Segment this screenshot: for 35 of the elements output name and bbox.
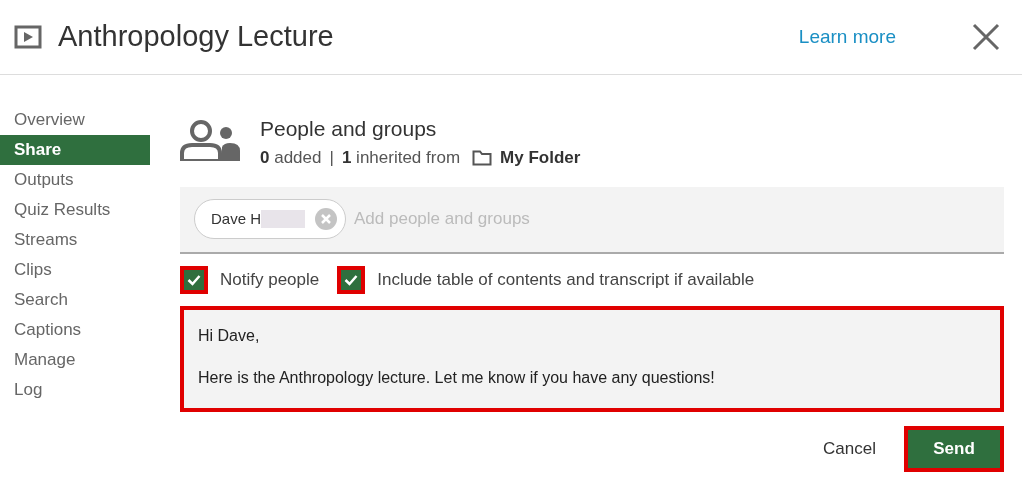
sidebar-item[interactable]: Streams: [0, 225, 150, 255]
cancel-button[interactable]: Cancel: [821, 425, 878, 472]
checkbox[interactable]: [180, 265, 208, 294]
folder-name[interactable]: My Folder: [500, 145, 581, 171]
sidebar-item[interactable]: Share: [0, 135, 150, 165]
people-placeholder: Add people and groups: [354, 208, 530, 231]
section-heading: People and groups: [260, 116, 438, 142]
sidebar-item[interactable]: Clips: [0, 255, 150, 285]
video-icon: [14, 25, 42, 49]
inherited-count: 1 inherited from: [341, 147, 461, 169]
people-input[interactable]: Dave H Add people and groups: [180, 186, 1004, 254]
sidebar-item[interactable]: Captions: [0, 315, 150, 345]
people-icon: [180, 119, 242, 161]
sidebar-item[interactable]: Outputs: [0, 165, 150, 195]
checkbox-label: Include table of contents and transcript if available: [377, 268, 755, 291]
check-icon: [187, 273, 201, 286]
window-title: Anthropology Lecture: [58, 19, 334, 55]
separator: |: [329, 147, 334, 169]
added-count: 0 added: [260, 147, 322, 169]
send-button[interactable]: Send: [904, 425, 1004, 472]
check-icon: [344, 273, 359, 286]
close-icon[interactable]: [972, 23, 1000, 51]
message-field[interactable]: Hi Dave, Here is the Anthropology lecture. Let me know if you have any questions!: [180, 305, 1004, 412]
recipient-name: Dave H: [211, 208, 262, 229]
sidebar-item[interactable]: Log: [0, 375, 150, 405]
sidebar-item[interactable]: Search: [0, 285, 150, 315]
message-line: Here is the Anthropology lecture. Let me know if you have any questions!: [198, 367, 716, 388]
message-line: Hi Dave,: [198, 325, 261, 346]
checkbox-label: Notify people: [220, 268, 320, 291]
checkbox[interactable]: [337, 265, 366, 294]
folder-icon: [472, 149, 493, 166]
sidebar-item[interactable]: Overview: [0, 105, 150, 135]
sidebar-item[interactable]: Quiz Results: [0, 195, 150, 225]
learn-more-link[interactable]: Learn more: [798, 22, 896, 52]
sidebar-item[interactable]: Manage: [0, 345, 150, 375]
